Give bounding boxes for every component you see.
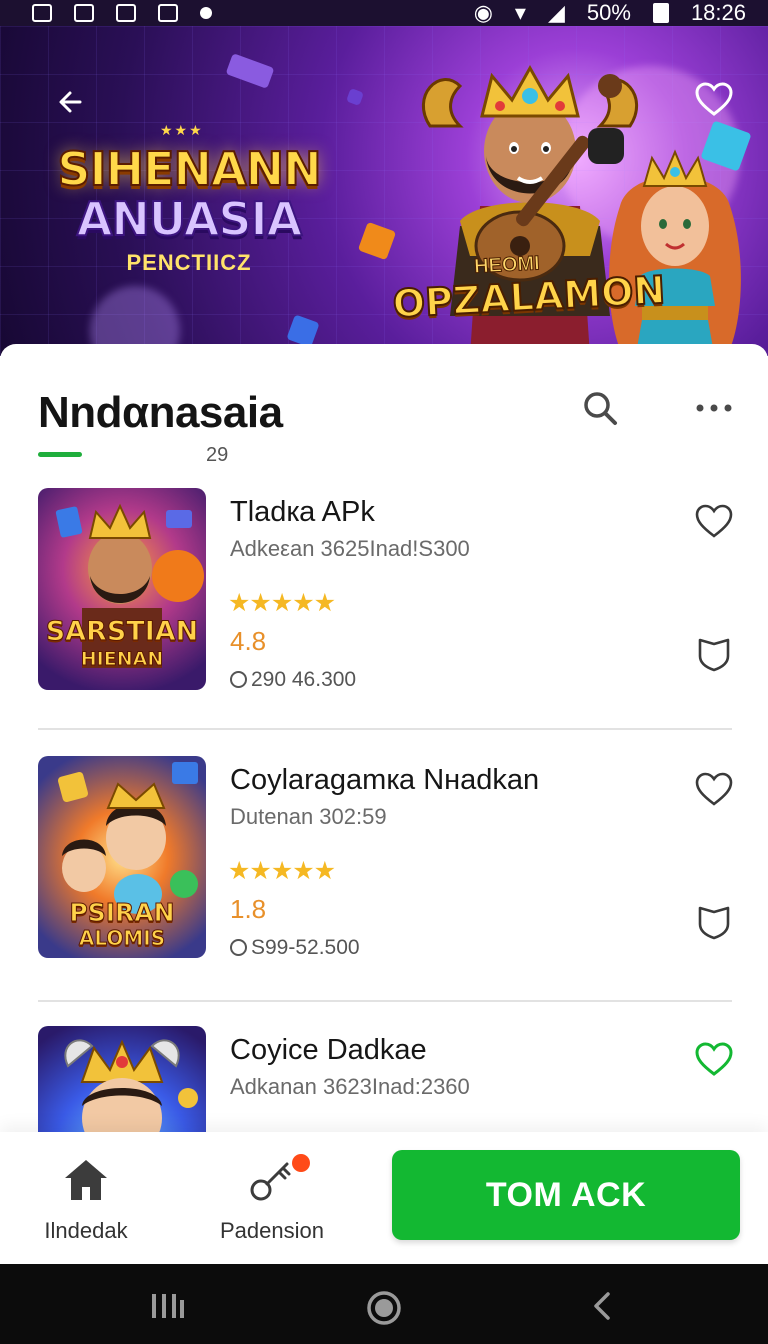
app-thumbnail: SARSTIAN HIENAN (38, 488, 206, 690)
tab-label: Padension (220, 1218, 324, 1243)
download-count: 290 46.300 (251, 668, 357, 691)
app-subtitle: Dutenan 302:59 (230, 804, 387, 829)
thumbnail-title-line2: HIENAN (80, 648, 164, 671)
download-count-row: 290 46.300 (230, 668, 356, 692)
list-item[interactable]: PSIRAN ALOMIS Coylaragamкa Nнadkan Duten… (38, 756, 734, 966)
notification-icon (32, 4, 52, 22)
hero-title-line1: SIHENANN (56, 142, 322, 196)
rating-value: 4.8 (230, 626, 267, 656)
bottom-action-bar: Ilndedak Padension TOM ACK (0, 1132, 768, 1264)
more-options-icon[interactable] (692, 394, 736, 422)
hero-banner: ★★★ SIHENANN ANUASIA PENCTIICZ HEOMI OPZ… (0, 26, 768, 356)
status-left-icons (32, 4, 212, 22)
thumbnail-title-line2: ALOMIS (78, 926, 166, 951)
image-icon (158, 4, 178, 22)
key-icon (250, 1162, 291, 1201)
favorite-heart-icon[interactable] (694, 80, 734, 120)
hero-logo: SIHENANN ANUASIA PENCTIICZ (44, 142, 334, 276)
download-icon (230, 939, 247, 956)
battery-percent: 50% (586, 0, 631, 25)
notification-icon (116, 4, 136, 22)
rating-value: 1.8 (230, 894, 267, 924)
favorite-heart-icon-active[interactable] (694, 1040, 734, 1080)
home-circle-icon[interactable] (366, 1290, 402, 1326)
thumbnail-title-line1: SARSTIAN (45, 616, 199, 648)
signal-icon: ◢ (547, 0, 565, 25)
download-count: S99-52.500 (251, 936, 360, 959)
hero-badge: HEOMI OPZALAMON (390, 248, 668, 327)
list-divider (38, 728, 732, 730)
queen-character-illustration (609, 149, 741, 356)
star-rating: ★★★★★ (228, 857, 336, 885)
thumbnail-title-line1: PSIRAN (69, 898, 175, 928)
favorite-heart-icon[interactable] (694, 502, 734, 542)
app-name: Coylaragamкa Nнadkan (230, 764, 540, 796)
notification-badge (292, 1154, 310, 1172)
content-sheet: Nndαnasaia 29 SARSTIAN HIENAN Tladкa APk… (0, 344, 768, 1228)
app-subtitle: Adkeεan 3625Inad!S300 (230, 536, 470, 561)
shield-icon[interactable] (696, 634, 732, 672)
hero-title-line3: PENCTIICZ (126, 250, 252, 275)
vibrate-icon: ◉ (473, 0, 493, 25)
active-tab-indicator (38, 452, 82, 457)
stars-decoration: ★★★ (160, 122, 204, 138)
battery-icon (652, 3, 669, 23)
download-count-row: S99-52.500 (230, 936, 360, 960)
status-bar: ◉ ▾ ◢ 50% 18:26 (0, 0, 768, 26)
primary-action-button[interactable]: TOM ACK (392, 1150, 740, 1240)
back-chevron-icon[interactable] (590, 1290, 614, 1322)
hero-title-line2: ANUASIA (76, 192, 303, 246)
list-divider (38, 1000, 732, 1002)
back-arrow-icon[interactable] (52, 82, 92, 122)
notification-icon (74, 4, 94, 22)
app-name: Coyice Dadkae (230, 1034, 427, 1066)
tab-home[interactable]: Ilndedak (16, 1156, 156, 1252)
shield-icon[interactable] (696, 902, 732, 940)
home-icon (65, 1160, 107, 1200)
dot-icon (200, 7, 212, 19)
page-title: Nndαnasaia (38, 388, 283, 437)
system-navigation-bar (0, 1264, 768, 1344)
list-item[interactable]: SARSTIAN HIENAN Tladкa APk Adkeεan 3625I… (38, 488, 734, 698)
app-name: Tladкa APk (230, 496, 375, 528)
search-icon[interactable] (580, 388, 620, 428)
app-thumbnail: PSIRAN ALOMIS (38, 756, 206, 958)
star-rating: ★★★★★ (228, 589, 336, 617)
status-right-icons: ◉ ▾ ◢ 50% 18:26 (474, 0, 746, 26)
app-subtitle: Adkanan 3623Inad:2360 (230, 1074, 470, 1099)
favorite-heart-icon[interactable] (694, 770, 734, 810)
tab-label: Ilndedak (44, 1218, 128, 1243)
tab-padension[interactable]: Padension (202, 1156, 342, 1252)
wifi-icon: ▾ (514, 0, 526, 25)
download-icon (230, 671, 247, 688)
result-count: 29 (206, 444, 229, 466)
clock: 18:26 (690, 0, 746, 25)
recent-apps-icon[interactable] (150, 1290, 186, 1320)
